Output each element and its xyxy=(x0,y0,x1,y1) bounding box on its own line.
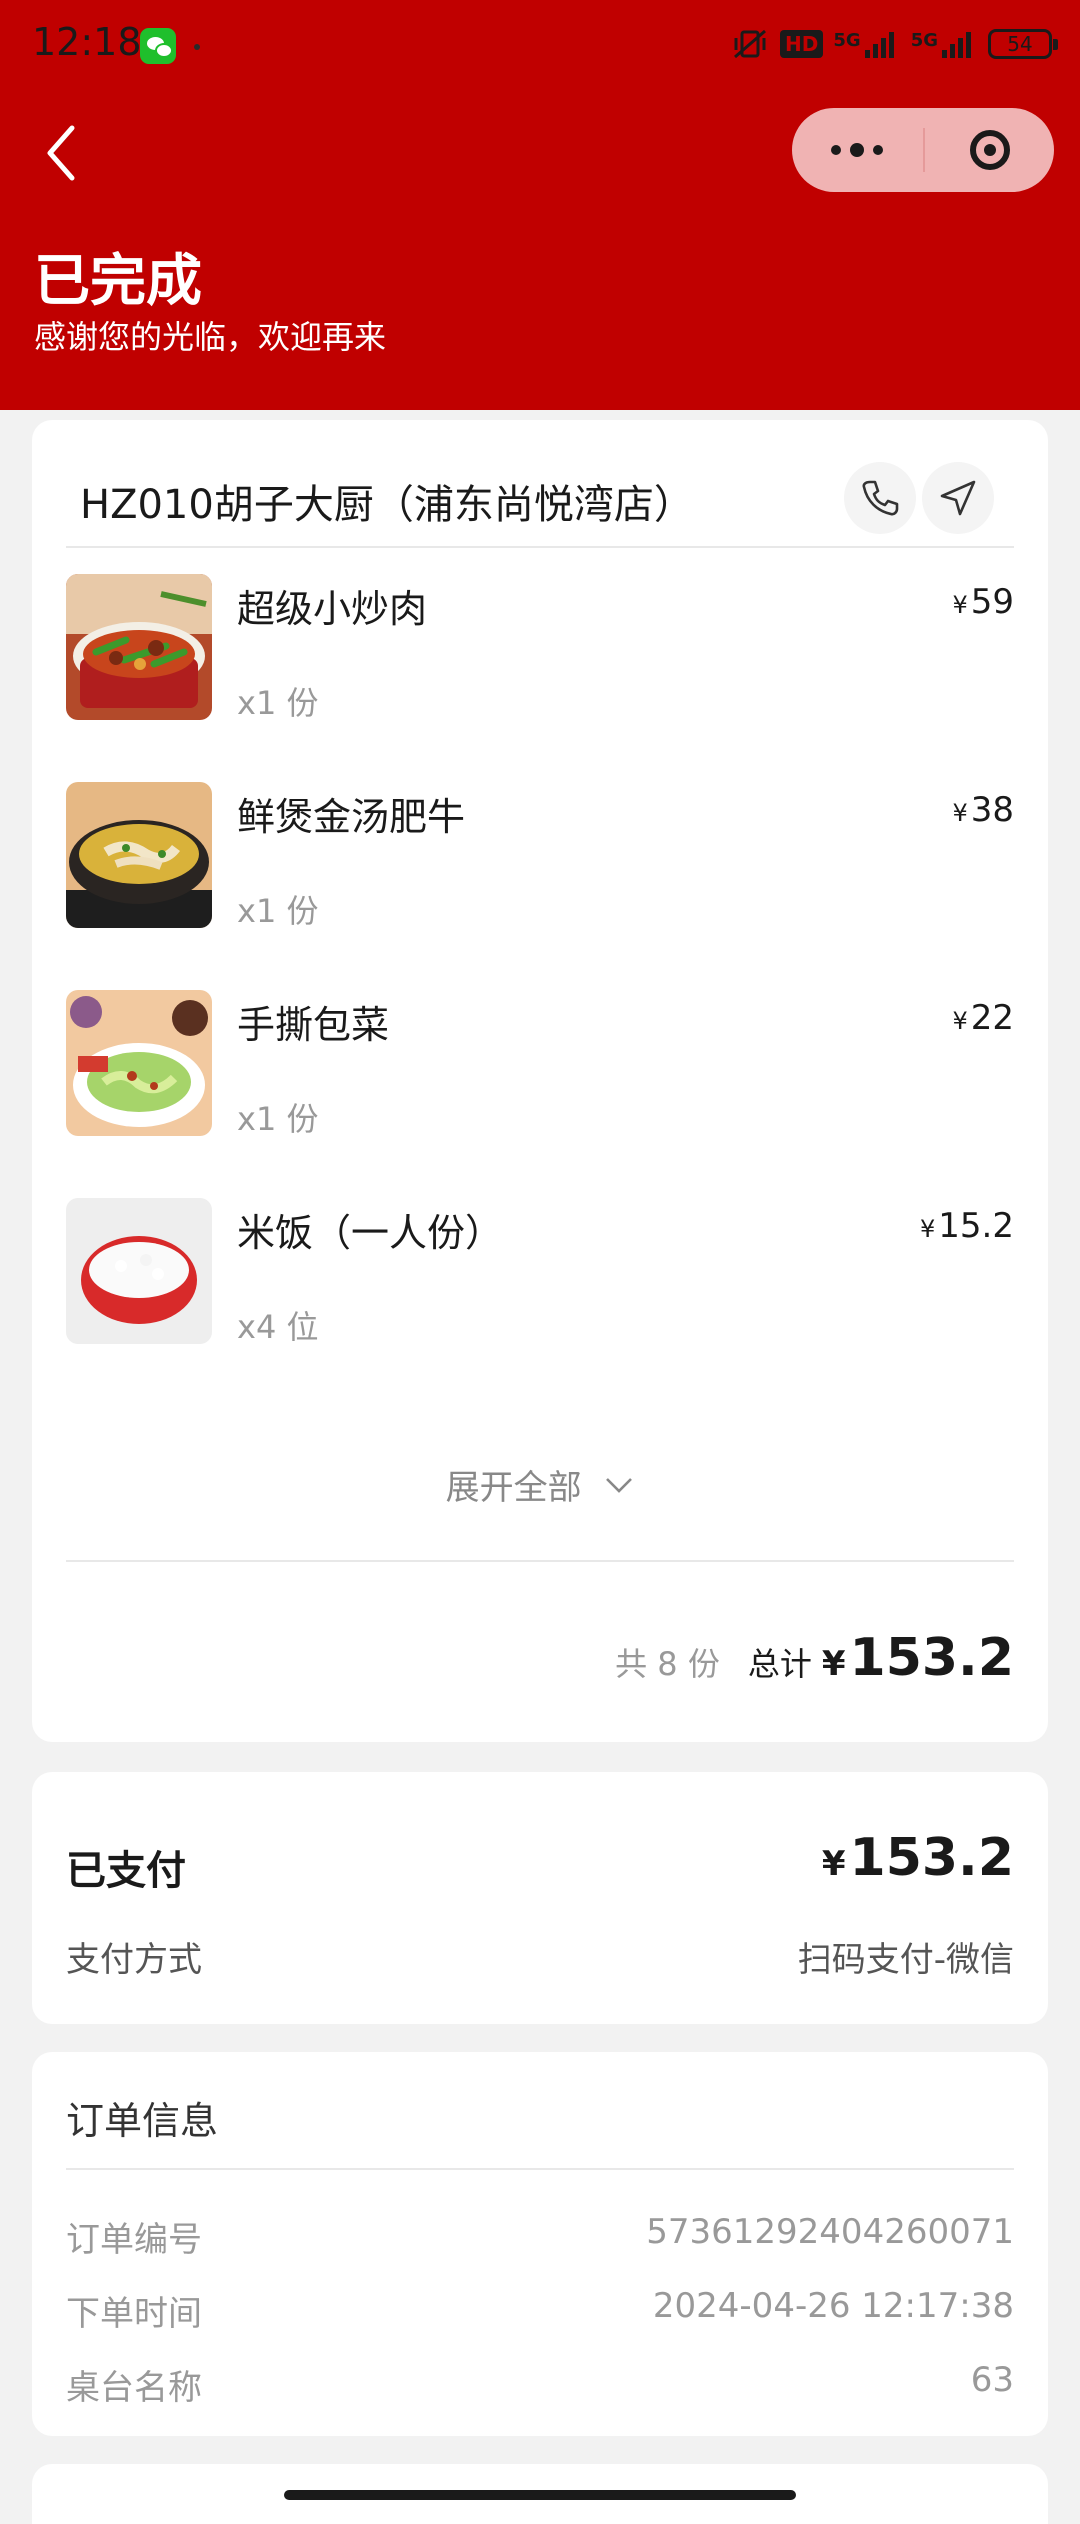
divider xyxy=(66,1560,1014,1562)
status-icons: HD 5G 5G 54 xyxy=(730,26,1058,62)
order-info-card: 订单信息 订单编号 57361292404260071 下单时间 2024-04… xyxy=(32,2052,1048,2436)
dish-image xyxy=(66,574,212,720)
navigation-arrow-icon xyxy=(940,480,976,516)
battery-icon: 54 xyxy=(988,29,1058,59)
currency-symbol: ¥ xyxy=(821,1644,846,1684)
table-name-label: 桌台名称 xyxy=(66,2368,202,2408)
expand-all-label: 展开全部 xyxy=(445,1468,582,1508)
phone-icon xyxy=(862,480,899,516)
order-time-label: 下单时间 xyxy=(66,2294,202,2334)
status-time: 12:18 xyxy=(32,20,142,64)
capsule-divider xyxy=(923,128,925,172)
order-time-row: 下单时间 2024-04-26 12:17:38 xyxy=(66,2286,1014,2336)
order-total: 共 8 份 总计 ¥ 153.2 xyxy=(615,1628,1014,1688)
divider xyxy=(66,546,1014,548)
item-name: 手撕包菜 xyxy=(237,1003,390,1047)
item-quantity: x1 份 xyxy=(237,684,319,722)
total-amount: 153.2 xyxy=(849,1628,1014,1688)
more-dot-icon xyxy=(831,145,841,155)
currency-symbol: ¥ xyxy=(952,591,968,619)
navigate-store-button[interactable] xyxy=(922,462,994,534)
item-price: ¥38 xyxy=(952,790,1014,830)
currency-symbol: ¥ xyxy=(952,1007,968,1035)
call-store-button[interactable] xyxy=(844,462,916,534)
payment-amount: ¥ 153.2 xyxy=(822,1828,1014,1888)
more-dot-icon xyxy=(873,145,883,155)
item-name: 米饭（一人份） xyxy=(237,1211,504,1255)
expand-all-button[interactable]: 展开全部 xyxy=(32,1460,1048,1509)
more-dot-icon xyxy=(850,143,864,157)
vibrate-off-icon xyxy=(730,26,770,62)
order-items-card: HZ010胡子大厨（浦东尚悦湾店） 超级小炒肉 x1 份 ¥59 鲜煲金汤肥牛 … xyxy=(32,420,1048,1742)
order-status-subtitle: 感谢您的光临，欢迎再来 xyxy=(34,318,387,356)
order-item: 鲜煲金汤肥牛 x1 份 ¥38 xyxy=(66,782,1014,932)
payment-method-label: 支付方式 xyxy=(66,1940,202,1980)
item-quantity: x1 份 xyxy=(237,1100,319,1138)
store-name[interactable]: HZ010胡子大厨（浦东尚悦湾店） xyxy=(80,472,694,530)
mini-program-capsule xyxy=(792,108,1054,192)
item-name: 鲜煲金汤肥牛 xyxy=(237,795,466,839)
total-label: 总计 xyxy=(747,1645,812,1683)
table-name-row: 桌台名称 63 xyxy=(66,2360,1014,2410)
order-number-value[interactable]: 57361292404260071 xyxy=(646,2212,1014,2252)
payment-amount-value: 153.2 xyxy=(849,1828,1014,1888)
more-button[interactable] xyxy=(792,108,922,192)
signal-1-label: 5G xyxy=(833,30,861,51)
divider xyxy=(66,2168,1014,2170)
signal-2-icon: 5G xyxy=(911,30,978,58)
item-name: 超级小炒肉 xyxy=(237,587,428,631)
dish-image xyxy=(66,782,212,928)
item-price-value: 15.2 xyxy=(938,1206,1014,1246)
currency-symbol: ¥ xyxy=(920,1215,936,1243)
item-price-value: 59 xyxy=(970,582,1014,622)
order-item: 超级小炒肉 x1 份 ¥59 xyxy=(66,574,1014,724)
item-quantity: x4 位 xyxy=(237,1308,319,1346)
close-mini-program-button[interactable] xyxy=(926,108,1054,192)
header: 12:18 HD 5G 5G 54 已完成 感谢您的光临，欢迎再来 xyxy=(0,0,1080,410)
dish-image xyxy=(66,1198,212,1344)
back-button[interactable] xyxy=(40,118,90,188)
chevron-left-icon xyxy=(47,125,75,181)
order-number-row: 订单编号 57361292404260071 xyxy=(66,2212,1014,2262)
payment-card: 已支付 ¥ 153.2 支付方式 扫码支付-微信 xyxy=(32,1772,1048,2024)
order-time-value: 2024-04-26 12:17:38 xyxy=(652,2286,1014,2326)
signal-1-icon: 5G xyxy=(833,30,900,58)
currency-symbol: ¥ xyxy=(952,799,968,827)
status-bar: 12:18 HD 5G 5G 54 xyxy=(0,0,1080,96)
item-price-value: 22 xyxy=(970,998,1014,1038)
item-count: 共 8 份 xyxy=(615,1645,720,1683)
item-quantity: x1 份 xyxy=(237,892,319,930)
table-name-value: 63 xyxy=(970,2360,1014,2400)
item-price: ¥15.2 xyxy=(920,1206,1014,1246)
target-icon xyxy=(970,130,1010,170)
currency-symbol: ¥ xyxy=(821,1844,846,1884)
dish-image xyxy=(66,990,212,1136)
payment-method-value: 扫码支付-微信 xyxy=(797,1940,1014,1980)
order-item: 手撕包菜 x1 份 ¥22 xyxy=(66,990,1014,1140)
order-info-title: 订单信息 xyxy=(66,2099,219,2143)
item-price-value: 38 xyxy=(970,790,1014,830)
home-indicator[interactable] xyxy=(284,2490,796,2500)
order-number-label: 订单编号 xyxy=(66,2220,202,2260)
wechat-icon xyxy=(140,28,176,64)
notification-dot-icon xyxy=(194,44,200,50)
payment-status: 已支付 xyxy=(66,1848,186,1894)
item-price: ¥59 xyxy=(952,582,1014,622)
order-item: 米饭（一人份） x4 位 ¥15.2 xyxy=(66,1198,1014,1348)
chevron-down-icon xyxy=(606,1477,633,1493)
hd-badge: HD xyxy=(780,30,824,58)
item-price: ¥22 xyxy=(952,998,1014,1038)
signal-2-label: 5G xyxy=(910,30,938,51)
order-status-title: 已完成 xyxy=(34,249,202,314)
